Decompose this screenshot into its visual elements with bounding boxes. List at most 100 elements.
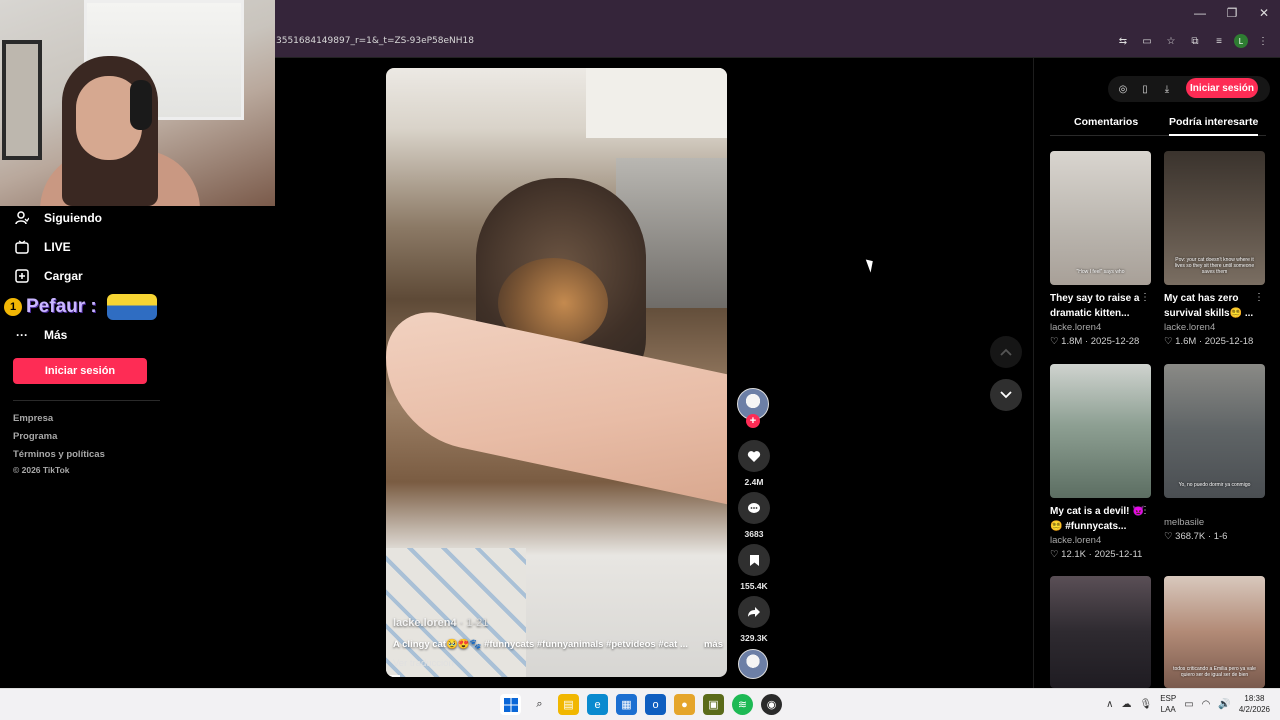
share-action[interactable]: 329.3K bbox=[738, 596, 770, 643]
next-video-button[interactable] bbox=[990, 379, 1022, 411]
card-thumbnail[interactable]: "How I feel" says who bbox=[1050, 151, 1151, 285]
obs-icon[interactable]: ◉ bbox=[761, 694, 782, 715]
edge-icon[interactable]: e bbox=[587, 694, 608, 715]
save-action[interactable]: 155.4K bbox=[738, 544, 770, 591]
card-title[interactable]: My cat has zero survival skills😵‍💫 ... bbox=[1164, 291, 1260, 321]
stream-overlay-label: 1 Pefaur : bbox=[4, 294, 157, 320]
card-author[interactable]: lacke.loren4 bbox=[1050, 535, 1152, 546]
card-thumbnail[interactable] bbox=[1050, 364, 1151, 498]
suggested-card[interactable]: "How I feel" says who They say to raise … bbox=[1050, 151, 1152, 347]
card-stats: ♡ 1.6M · 2025-12-18 bbox=[1164, 336, 1254, 347]
suggested-card[interactable]: My cat is a devil! 👿😵‍💫 #funnycats... ⋮ … bbox=[1050, 364, 1152, 560]
following-icon bbox=[14, 210, 30, 226]
translate-icon[interactable]: ⇆ bbox=[1114, 32, 1132, 50]
address-bar-icons: ⇆ ▭ ☆ ⧉ ≡ L ⋮ bbox=[1114, 32, 1272, 50]
video-author[interactable]: lacke.loren4 bbox=[393, 617, 457, 629]
tab-comments[interactable]: Comentarios bbox=[1074, 116, 1138, 128]
video-bg-cabinet bbox=[586, 68, 727, 138]
video-progress-bar[interactable] bbox=[386, 675, 400, 677]
card-author[interactable]: lacke.loren4 bbox=[1164, 322, 1266, 333]
tab-suggested[interactable]: Podría interesarte bbox=[1169, 116, 1259, 136]
card-thumbnail[interactable]: Pov: your cat doesn't know where it live… bbox=[1164, 151, 1265, 285]
like-action[interactable]: 2.4M bbox=[738, 440, 770, 487]
card-likes: 368.7K bbox=[1175, 531, 1206, 542]
install-app-icon[interactable]: ▭ bbox=[1138, 32, 1156, 50]
bookmark-icon[interactable] bbox=[738, 544, 770, 576]
card-menu-icon[interactable]: ⋮ bbox=[1140, 505, 1150, 516]
volume-icon[interactable]: 🔊 bbox=[1218, 699, 1230, 710]
bookmark-star-icon[interactable]: ☆ bbox=[1162, 32, 1180, 50]
card-author[interactable]: lacke.loren4 bbox=[1050, 322, 1152, 333]
login-button[interactable]: Iniciar sesión bbox=[13, 358, 147, 384]
display-icon[interactable]: ▭ bbox=[1184, 699, 1193, 710]
tray-chevron-icon[interactable]: ∧ bbox=[1106, 699, 1113, 710]
webcam-mirror-bg bbox=[2, 40, 42, 160]
card-author[interactable]: melbasile bbox=[1164, 517, 1266, 528]
extensions-icon[interactable]: ⧉ bbox=[1186, 32, 1204, 50]
login-button-top[interactable]: Iniciar sesión bbox=[1186, 78, 1258, 98]
chrome-icon[interactable]: ● bbox=[674, 694, 695, 715]
sound-avatar[interactable] bbox=[738, 649, 768, 679]
video-player[interactable]: lacke.loren4 · 1-21 A clingy cat🥹😍🐾 #fun… bbox=[386, 68, 727, 677]
footer-link-program[interactable]: Programa bbox=[13, 431, 57, 442]
sidebar-divider bbox=[13, 400, 160, 401]
suggested-card[interactable] bbox=[1050, 576, 1152, 688]
video-caption-row: A clingy cat🥹😍🐾 #funnycats #funnyanimals… bbox=[393, 639, 723, 650]
upload-icon bbox=[14, 268, 30, 284]
wifi-icon[interactable]: ◠ bbox=[1202, 699, 1211, 710]
network-cloud-icon[interactable]: ☁ bbox=[1122, 699, 1132, 710]
share-icon[interactable] bbox=[738, 596, 770, 628]
suggested-card[interactable]: Yo, no puedo dormir ya conmigo ⋮ melbasi… bbox=[1164, 364, 1266, 542]
card-date: 2025-12-28 bbox=[1090, 336, 1140, 347]
explore-icon[interactable]: ◎ bbox=[1116, 82, 1130, 96]
restore-button[interactable]: ❐ bbox=[1216, 0, 1248, 26]
app-icon[interactable]: ▣ bbox=[703, 694, 724, 715]
url-text[interactable]: 3551684149897_r=1&_t=ZS-93eP58eNH18 bbox=[276, 36, 474, 46]
clock[interactable]: 18:38 4/2/2026 bbox=[1239, 693, 1270, 715]
media-icon[interactable]: ≡ bbox=[1210, 32, 1228, 50]
minimize-button[interactable]: — bbox=[1184, 0, 1216, 26]
footer-link-company[interactable]: Empresa bbox=[13, 413, 53, 424]
comment-icon[interactable] bbox=[738, 492, 770, 524]
comment-action[interactable]: 3683 bbox=[738, 492, 770, 539]
store-icon[interactable]: ▦ bbox=[616, 694, 637, 715]
translate-link[interactable]: Ver traducción bbox=[393, 658, 723, 669]
previous-video-button[interactable] bbox=[990, 336, 1022, 368]
card-date: 1-6 bbox=[1213, 531, 1228, 542]
clock-date: 4/2/2026 bbox=[1238, 705, 1270, 714]
sidebar-item-more[interactable]: ··· Más bbox=[14, 327, 67, 343]
card-thumbnail[interactable]: todos criticando a Emilia pero ya vale q… bbox=[1164, 576, 1265, 688]
sidebar-item-upload[interactable]: Cargar bbox=[14, 268, 83, 284]
language-indicator[interactable]: ESP LAA bbox=[1160, 693, 1176, 715]
video-date: · 1-21 bbox=[459, 617, 489, 629]
menu-kebab-icon[interactable]: ⋮ bbox=[1254, 32, 1272, 50]
suggested-card[interactable]: Pov: your cat doesn't know where it live… bbox=[1164, 151, 1266, 347]
card-thumbnail[interactable] bbox=[1050, 576, 1151, 688]
file-explorer-icon[interactable]: ▤ bbox=[558, 694, 579, 715]
close-button[interactable]: ✕ bbox=[1248, 0, 1280, 26]
card-title[interactable]: They say to raise a dramatic kitten... bbox=[1050, 291, 1146, 321]
heart-icon[interactable] bbox=[738, 440, 770, 472]
card-title[interactable]: My cat is a devil! 👿😵‍💫 #funnycats... bbox=[1050, 504, 1146, 534]
sidebar-item-live[interactable]: LIVE bbox=[14, 239, 71, 255]
sidebar-item-following[interactable]: Siguiendo bbox=[14, 210, 102, 226]
footer-link-terms[interactable]: Términos y políticas bbox=[13, 449, 105, 460]
search-icon[interactable]: ⌕ bbox=[529, 694, 550, 715]
card-menu-icon[interactable]: ⋮ bbox=[1140, 292, 1150, 303]
suggested-card[interactable]: todos criticando a Emilia pero ya vale q… bbox=[1164, 576, 1266, 688]
card-likes: 1.6M bbox=[1175, 336, 1197, 347]
follow-plus-button[interactable]: + bbox=[746, 414, 760, 428]
outlook-icon[interactable]: o bbox=[645, 694, 666, 715]
caption-more-link[interactable]: más bbox=[704, 639, 723, 650]
microphone-icon[interactable]: 🎙 bbox=[1140, 699, 1153, 710]
card-thumbnail[interactable]: Yo, no puedo dormir ya conmigo bbox=[1164, 364, 1265, 498]
language-code: ESP bbox=[1160, 694, 1177, 703]
card-menu-icon[interactable]: ⋮ bbox=[1254, 292, 1264, 303]
mobile-icon[interactable]: ▯ bbox=[1138, 82, 1152, 96]
keyboard-layout: LAA bbox=[1160, 705, 1176, 714]
windows-start-icon[interactable] bbox=[500, 694, 521, 715]
download-icon[interactable]: ⤓ bbox=[1160, 82, 1174, 96]
spotify-icon[interactable]: ≋ bbox=[732, 694, 753, 715]
profile-avatar[interactable]: L bbox=[1234, 34, 1248, 48]
sidebar-item-label: LIVE bbox=[44, 240, 71, 254]
